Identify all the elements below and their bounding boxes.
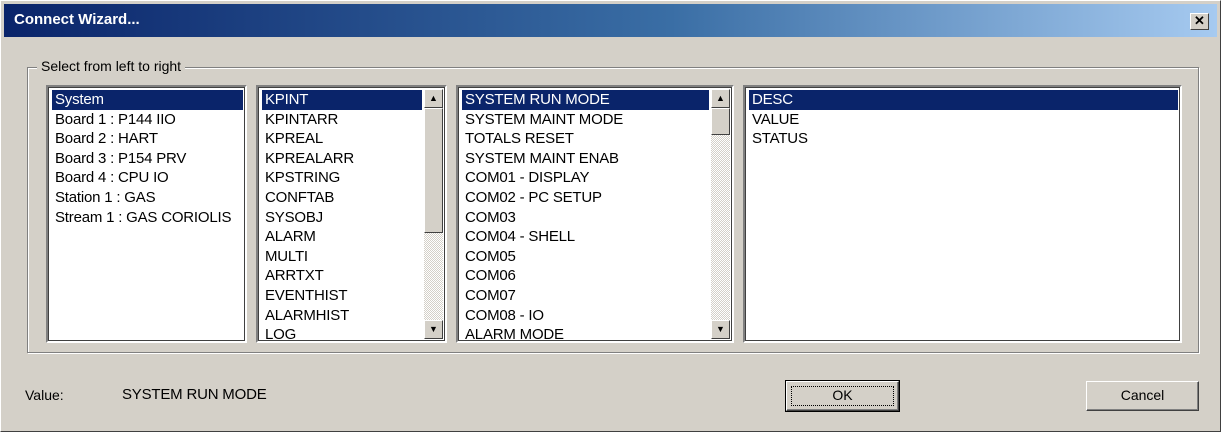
list-item[interactable]: KPINT	[262, 90, 422, 110]
list-item[interactable]: TOTALS RESET	[462, 129, 709, 149]
title-bar[interactable]: Connect Wizard... ✕	[4, 4, 1217, 37]
list-item[interactable]: LOG	[262, 325, 422, 341]
list-item[interactable]: COM03	[462, 208, 709, 228]
list-item[interactable]: CONFTAB	[262, 188, 422, 208]
list-item[interactable]: COM06	[462, 266, 709, 286]
value-readout: SYSTEM RUN MODE	[122, 386, 267, 403]
list-item[interactable]: Board 2 : HART	[52, 129, 243, 149]
cancel-button-label: Cancel	[1120, 387, 1165, 403]
list-item[interactable]: ARRTXT	[262, 266, 422, 286]
list-item[interactable]: Board 3 : P154 PRV	[52, 149, 243, 169]
list-item[interactable]: COM04 - SHELL	[462, 227, 709, 247]
focus-rect	[791, 386, 894, 406]
list-item[interactable]: VALUE	[749, 110, 1178, 130]
scroll-up-button[interactable]: ▲	[424, 89, 443, 108]
groupbox-label: Select from left to right	[37, 58, 186, 74]
list-item[interactable]: Stream 1 : GAS CORIOLIS	[52, 208, 243, 228]
variable-listbox[interactable]: SYSTEM RUN MODE SYSTEM MAINT MODE TOTALS R…	[456, 85, 734, 343]
list-item[interactable]: SYSTEM MAINT ENAB	[462, 149, 709, 169]
list-item[interactable]: KPINTARR	[262, 110, 422, 130]
scroll-thumb[interactable]	[711, 108, 730, 135]
scroll-down-button[interactable]: ▼	[424, 320, 443, 339]
window-title: Connect Wizard...	[14, 11, 140, 28]
list-item[interactable]: SYSOBJ	[262, 208, 422, 228]
arrow-down-icon: ▼	[429, 324, 438, 334]
scroll-down-button[interactable]: ▼	[711, 320, 730, 339]
list-item[interactable]: ALARM MODE	[462, 325, 709, 341]
arrow-down-icon: ▼	[716, 324, 725, 334]
list-item[interactable]: COM07	[462, 286, 709, 306]
list-item[interactable]: SYSTEM RUN MODE	[462, 90, 709, 110]
list-item[interactable]: Station 1 : GAS	[52, 188, 243, 208]
cancel-button[interactable]: Cancel	[1086, 381, 1199, 411]
list-item[interactable]: COM08 - IO	[462, 306, 709, 326]
list-item[interactable]: ALARMHIST	[262, 306, 422, 326]
list-item[interactable]: DESC	[749, 90, 1178, 110]
list-item[interactable]: COM05	[462, 247, 709, 267]
source-listbox[interactable]: System Board 1 : P144 IIO Board 2 : HART Bo…	[46, 85, 247, 343]
list-item[interactable]: SYSTEM MAINT MODE	[462, 110, 709, 130]
list-item[interactable]: KPREALARR	[262, 149, 422, 169]
object-list-scrollbar[interactable]: ▲ ▼	[424, 89, 443, 339]
list-item[interactable]: Board 1 : P144 IIO	[52, 110, 243, 130]
list-item[interactable]: STATUS	[749, 129, 1178, 149]
list-item[interactable]: COM02 - PC SETUP	[462, 188, 709, 208]
object-listbox[interactable]: KPINT KPINTARR KPREAL KPREALARR KPSTRING CONF…	[256, 85, 447, 343]
close-button[interactable]: ✕	[1190, 13, 1209, 30]
source-list-items: System Board 1 : P144 IIO Board 2 : HART Bo…	[52, 90, 243, 227]
field-listbox[interactable]: DESC VALUE STATUS	[743, 85, 1182, 343]
scroll-thumb[interactable]	[424, 108, 443, 233]
arrow-up-icon: ▲	[716, 93, 725, 103]
list-item[interactable]: ALARM	[262, 227, 422, 247]
variable-list-scrollbar[interactable]: ▲ ▼	[711, 89, 730, 339]
list-item[interactable]: KPSTRING	[262, 168, 422, 188]
field-list-items: DESC VALUE STATUS	[749, 90, 1178, 149]
list-item[interactable]: COM01 - DISPLAY	[462, 168, 709, 188]
list-item[interactable]: MULTI	[262, 247, 422, 267]
arrow-up-icon: ▲	[429, 93, 438, 103]
ok-button[interactable]: OK	[785, 380, 900, 412]
scroll-up-button[interactable]: ▲	[711, 89, 730, 108]
object-list-items: KPINT KPINTARR KPREAL KPREALARR KPSTRING CONF…	[262, 90, 422, 341]
list-item[interactable]: System	[52, 90, 243, 110]
value-label: Value:	[25, 387, 64, 403]
close-icon: ✕	[1194, 13, 1205, 28]
list-item[interactable]: EVENTHIST	[262, 286, 422, 306]
list-item[interactable]: KPREAL	[262, 129, 422, 149]
connect-wizard-window: Connect Wizard... ✕ Select from left to …	[0, 0, 1221, 432]
variable-list-items: SYSTEM RUN MODE SYSTEM MAINT MODE TOTALS R…	[462, 90, 709, 341]
list-item[interactable]: Board 4 : CPU IO	[52, 168, 243, 188]
